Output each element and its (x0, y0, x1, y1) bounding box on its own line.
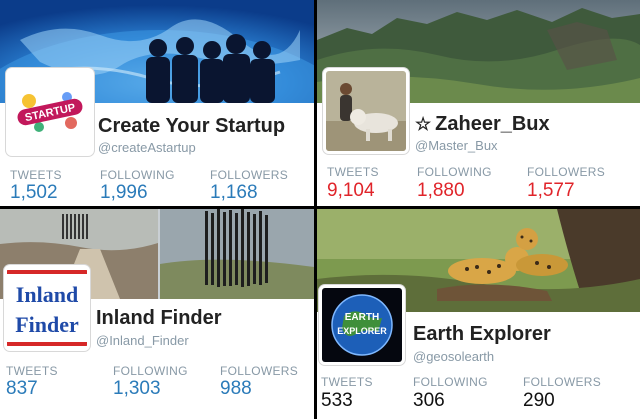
profile-name[interactable]: Create Your Startup (98, 115, 285, 138)
avatar-logo-line2: EXPLORER (337, 326, 387, 336)
profile-name[interactable]: Earth Explorer (413, 323, 551, 346)
profile-card-zaheer-bux[interactable]: ☆ Zaheer_Bux @Master_Bux TWEETS 9,104 FOL… (317, 0, 640, 206)
tweets-label: TWEETS (327, 165, 379, 179)
avatar-logo-line2: Finder (15, 312, 79, 337)
profile-name-text: Zaheer_Bux (435, 113, 550, 135)
profile-card-inland-finder[interactable]: Inland Finder Inland Finder @Inland_Find… (0, 209, 314, 419)
tweets-count[interactable]: 533 (321, 390, 353, 412)
following-label: FOLLOWING (413, 375, 488, 389)
profile-name[interactable]: ☆ Zaheer_Bux (415, 113, 550, 136)
following-label: FOLLOWING (100, 168, 175, 182)
following-count[interactable]: 306 (413, 390, 445, 412)
following-count[interactable]: 1,880 (417, 180, 465, 202)
star-icon: ☆ (415, 114, 432, 134)
avatar[interactable]: Inland Finder (4, 265, 90, 351)
followers-count[interactable]: 1,168 (210, 182, 258, 204)
followers-count[interactable]: 1,577 (527, 180, 575, 202)
profile-card-create-your-startup[interactable]: STARTUP Create Your Startup @createAstar… (0, 0, 314, 206)
tweets-label: TWEETS (10, 168, 62, 182)
avatar-logo-line1: Inland (16, 282, 78, 307)
following-count[interactable]: 1,303 (113, 378, 161, 400)
profile-card-earth-explorer[interactable]: EARTH EXPLORER Earth Explorer @geosolear… (317, 209, 640, 419)
avatar-logo-line1: EARTH (345, 312, 379, 323)
profile-handle[interactable]: @Inland_Finder (96, 333, 189, 348)
profile-handle[interactable]: @geosolearth (413, 349, 494, 364)
tweets-count[interactable]: 837 (6, 378, 38, 400)
avatar[interactable]: EARTH EXPLORER (319, 285, 405, 365)
tweets-count[interactable]: 1,502 (10, 182, 58, 204)
profile-name[interactable]: Inland Finder (96, 307, 222, 330)
horizontal-divider (0, 206, 640, 209)
profile-handle[interactable]: @createAstartup (98, 140, 196, 155)
followers-label: FOLLOWERS (527, 165, 606, 179)
avatar[interactable] (323, 68, 409, 154)
followers-label: FOLLOWERS (210, 168, 289, 182)
followers-label: FOLLOWERS (523, 375, 602, 389)
following-label: FOLLOWING (417, 165, 492, 179)
followers-label: FOLLOWERS (220, 364, 299, 378)
followers-count[interactable]: 988 (220, 378, 252, 400)
tweets-label: TWEETS (321, 375, 373, 389)
followers-count[interactable]: 290 (523, 390, 555, 412)
following-label: FOLLOWING (113, 364, 188, 378)
profile-handle[interactable]: @Master_Bux (415, 138, 498, 153)
vertical-divider (314, 0, 317, 419)
following-count[interactable]: 1,996 (100, 182, 148, 204)
tweets-count[interactable]: 9,104 (327, 180, 375, 202)
avatar[interactable]: STARTUP (6, 68, 94, 156)
tweets-label: TWEETS (6, 364, 58, 378)
